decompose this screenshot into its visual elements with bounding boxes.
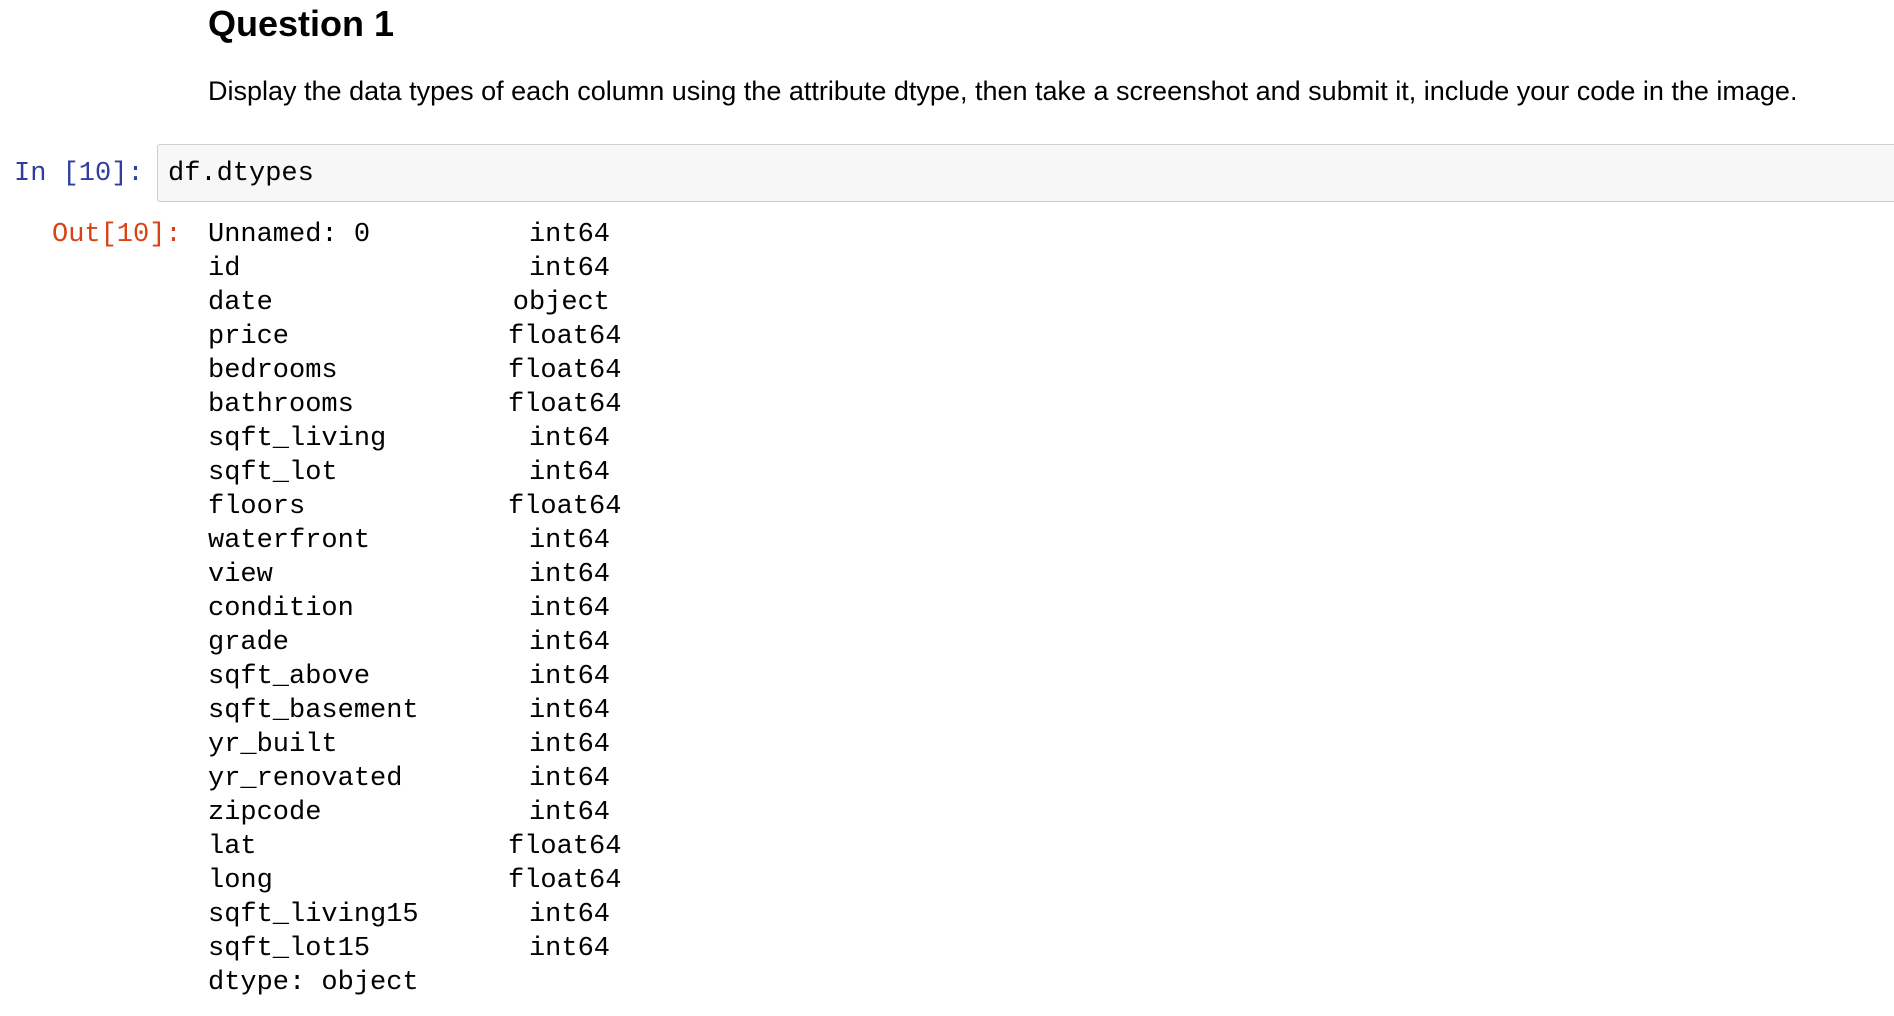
column-dtype: object (512, 288, 610, 318)
input-prompt: In [10]: (14, 159, 144, 189)
dtype-row: lat float64 (208, 830, 622, 864)
column-name: view (208, 560, 273, 590)
output-area: Unnamed: 0 int64 id int64 date object price flo… (208, 218, 622, 1000)
column-dtype: float64 (508, 832, 622, 862)
column-name: long (208, 866, 273, 896)
dtype-row: sqft_above int64 (208, 660, 610, 694)
column-dtype: int64 (528, 594, 610, 624)
question-text: Display the data types of each column us… (208, 76, 1798, 106)
column-dtype: float64 (508, 492, 622, 522)
column-dtype: int64 (528, 254, 610, 284)
dtype-row: long float64 (208, 864, 622, 898)
dtype-row: sqft_living int64 (208, 422, 610, 456)
dtype-row: floors float64 (208, 490, 622, 524)
column-name: id (208, 254, 241, 284)
column-name: condition (208, 594, 354, 624)
column-name: bedrooms (208, 356, 338, 386)
column-dtype: float64 (508, 866, 622, 896)
column-name: lat (208, 832, 257, 862)
column-name: yr_renovated (208, 764, 403, 794)
column-dtype: int64 (528, 526, 610, 556)
column-dtype: int64 (528, 458, 610, 488)
column-name: sqft_lot (208, 458, 338, 488)
code-input-area[interactable]: df.dtypes (157, 144, 1894, 202)
dtype-row: Unnamed: 0 int64 (208, 218, 610, 252)
column-name: sqft_lot15 (208, 934, 371, 964)
dtype-row: waterfront int64 (208, 524, 610, 558)
output-prompt: Out[10]: (52, 220, 182, 250)
column-dtype: int64 (528, 696, 610, 726)
dtype-row: condition int64 (208, 592, 610, 626)
dtype-row: bedrooms float64 (208, 354, 622, 388)
dtype-row: sqft_lot int64 (208, 456, 610, 490)
question-heading: Question 1 (208, 3, 395, 44)
column-name: zipcode (208, 798, 322, 828)
column-name: yr_built (208, 730, 338, 760)
dtype-row: bathrooms float64 (208, 388, 622, 422)
column-name: date (208, 288, 273, 318)
dtype-row: view int64 (208, 558, 610, 592)
markdown-cell[interactable]: Question 1 Display the data types of eac… (208, 0, 1868, 109)
dtype-row: price float64 (208, 320, 622, 354)
column-dtype: int64 (528, 424, 610, 454)
dtype-row: grade int64 (208, 626, 610, 660)
column-dtype: float64 (508, 390, 622, 420)
column-dtype: float64 (508, 322, 622, 352)
dtype-row: yr_built int64 (208, 728, 610, 762)
column-name: sqft_living15 (208, 900, 419, 930)
dtype-row: sqft_basement int64 (208, 694, 610, 728)
dtype-list: Unnamed: 0 int64 id int64 date object price flo… (208, 218, 622, 966)
column-name: floors (208, 492, 306, 522)
column-dtype: int64 (528, 900, 610, 930)
dtype-footer: dtype: object (208, 968, 419, 998)
column-dtype: int64 (528, 662, 610, 692)
code-line[interactable]: df.dtypes (168, 156, 314, 192)
column-dtype: int64 (528, 560, 610, 590)
column-name: price (208, 322, 290, 352)
column-dtype: int64 (528, 628, 610, 658)
column-dtype: int64 (528, 730, 610, 760)
column-name: bathrooms (208, 390, 354, 420)
column-name: waterfront (208, 526, 371, 556)
column-name: sqft_basement (208, 696, 419, 726)
column-dtype: int64 (528, 220, 610, 250)
dtype-row: date object (208, 286, 610, 320)
column-name: sqft_living (208, 424, 387, 454)
column-name: sqft_above (208, 662, 371, 692)
dtype-row: sqft_living15 int64 (208, 898, 610, 932)
column-dtype: int64 (528, 798, 610, 828)
column-name: grade (208, 628, 290, 658)
dtype-row: id int64 (208, 252, 610, 286)
dtype-row: yr_renovated int64 (208, 762, 610, 796)
column-name: Unnamed: 0 (208, 220, 371, 250)
column-dtype: int64 (528, 764, 610, 794)
column-dtype: float64 (508, 356, 622, 386)
dtype-row: zipcode int64 (208, 796, 610, 830)
dtype-row: sqft_lot15 int64 (208, 932, 610, 966)
column-dtype: int64 (528, 934, 610, 964)
